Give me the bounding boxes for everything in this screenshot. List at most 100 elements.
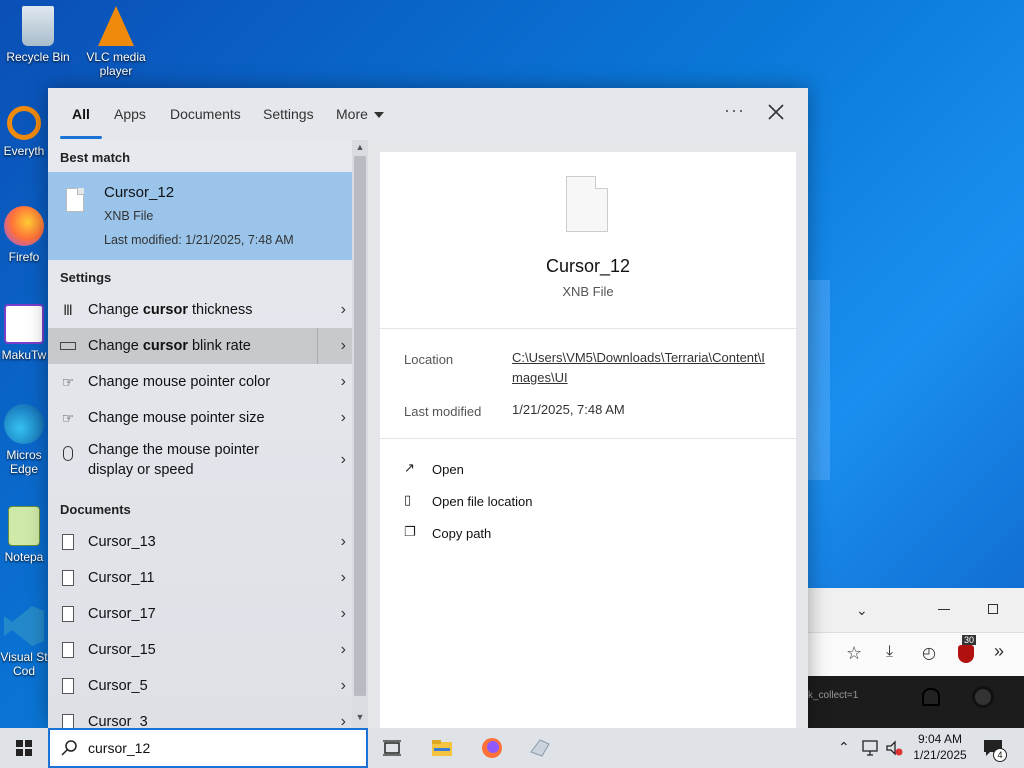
magnifier-app-icon (7, 106, 41, 140)
settings-item-pointer-display-speed[interactable]: Change the mouse pointer display or speed… (48, 436, 352, 484)
chevron-right-icon[interactable]: › (341, 677, 346, 695)
browser-toolbar: ☆ ⤓ ◴ 30 » (808, 632, 1024, 676)
section-settings: Settings (60, 270, 112, 285)
desktop-icon-label: VLC media player (86, 50, 146, 78)
large-file-icon (566, 176, 608, 232)
tab-more-label: More (336, 106, 368, 122)
document-item[interactable]: Cursor_3 › (48, 704, 352, 728)
settings-item-pointer-size[interactable]: ☞ Change mouse pointer size › (48, 400, 352, 436)
chevron-right-icon[interactable]: › (341, 641, 346, 659)
copy-path-label: Copy path (432, 526, 492, 541)
system-clock[interactable]: 9:04 AM 1/21/2025 (900, 731, 980, 763)
desktop-icon-label: Everyth (3, 144, 45, 158)
document-item[interactable]: Cursor_5 › (48, 668, 352, 704)
pointer-hand-icon: ☞ (61, 410, 75, 426)
desktop-icon-recycle-bin[interactable]: Recycle Bin (0, 6, 76, 64)
chevron-right-icon[interactable]: › (341, 569, 346, 587)
preview-pane: Cursor_12 XNB File Location C:\Users\VM5… (380, 152, 796, 728)
desktop-icon-edge[interactable]: Micros Edge (0, 404, 48, 476)
copy-icon: ❐ (404, 524, 416, 539)
location-link[interactable]: C:\Users\VM5\Downloads\Terraria\Content\… (512, 348, 772, 388)
network-icon[interactable] (860, 738, 880, 758)
desktop-icon-makutweaker[interactable]: MakuTw (0, 304, 48, 362)
overflow-chevrons-icon[interactable]: » (994, 641, 1004, 662)
star-icon[interactable]: ☆ (846, 643, 862, 664)
tab-settings[interactable]: Settings (263, 106, 314, 122)
keyboard-icon (60, 342, 76, 350)
firefox-icon (4, 206, 44, 246)
document-icon (62, 606, 74, 622)
tab-more[interactable]: More (336, 106, 384, 122)
document-item[interactable]: Cursor_13 › (48, 524, 352, 560)
extensions-icon[interactable]: ◴ (922, 643, 936, 663)
background-browser-window[interactable]: ⌄ ☆ ⤓ ◴ 30 » k_collect=1 (808, 588, 1024, 728)
browser-titlebar: ⌄ (808, 588, 1024, 632)
taskbar-search-box[interactable]: cursor_12 (48, 728, 368, 768)
minimize-button[interactable] (938, 609, 950, 610)
tab-all[interactable]: All (72, 106, 90, 122)
app-taskbar-icon[interactable] (528, 736, 552, 760)
chevron-right-icon[interactable]: › (341, 713, 346, 728)
best-match-item[interactable]: Cursor_12 XNB File Last modified: 1/21/2… (48, 172, 352, 260)
tab-documents[interactable]: Documents (170, 106, 241, 122)
task-view-icon[interactable] (380, 736, 404, 760)
desktop-icon-vlc[interactable]: VLC media player (78, 6, 154, 78)
chevron-down-icon[interactable]: ⌄ (856, 602, 868, 619)
firefox-taskbar-icon[interactable] (480, 736, 504, 760)
divider (380, 438, 796, 439)
preview-file-name: Cursor_12 (545, 256, 631, 276)
scroll-up-icon[interactable]: ▲ (354, 142, 366, 154)
show-hidden-icons-chevron[interactable]: ⌃ (838, 739, 850, 768)
scrollbar-thumb[interactable] (354, 156, 366, 696)
active-tab-indicator (60, 136, 102, 139)
document-item[interactable]: Cursor_15 › (48, 632, 352, 668)
document-icon (62, 642, 74, 658)
settings-item-cursor-thickness[interactable]: Ⅲ Change cursor thickness › (48, 292, 352, 328)
scroll-down-icon[interactable]: ▼ (354, 712, 366, 724)
best-match-name: Cursor_12 (104, 184, 175, 201)
desktop-icon-label: Visual St Cod (0, 650, 48, 678)
maximize-button[interactable] (988, 604, 998, 614)
document-icon (62, 714, 74, 728)
caret-down-icon (373, 112, 384, 119)
download-icon[interactable]: ⤓ (886, 643, 893, 661)
chevron-right-icon[interactable]: › (341, 301, 346, 319)
settings-item-pointer-color[interactable]: ☞ Change mouse pointer color › (48, 364, 352, 400)
preview-file-type: XNB File (562, 284, 614, 299)
desktop-icon-everything[interactable]: Everyth (0, 106, 48, 158)
open-file-location-label: Open file location (432, 494, 533, 509)
browser-page-dark-area: k_collect=1 (808, 676, 1024, 728)
desktop-icon-firefox[interactable]: Firefo (0, 206, 48, 264)
page-tab-text: k_collect=1 (808, 690, 859, 701)
chevron-right-icon[interactable]: › (341, 605, 346, 623)
chevron-right-icon[interactable]: › (341, 373, 346, 391)
circle-icon[interactable] (972, 686, 994, 708)
ublock-icon[interactable] (958, 645, 974, 663)
windows-start-button[interactable] (0, 728, 48, 768)
desktop-icon-notepad[interactable]: Notepa (0, 506, 48, 564)
settings-item-cursor-blink-rate[interactable]: Change cursor blink rate › (48, 328, 352, 364)
search-input-value[interactable]: cursor_12 (88, 740, 150, 756)
section-documents: Documents (60, 502, 131, 517)
document-item-label: Cursor_17 (88, 606, 156, 622)
settings-item-label: Change mouse pointer color (88, 374, 271, 390)
bell-icon[interactable] (922, 688, 940, 706)
settings-item-label: Change mouse pointer size (88, 410, 265, 426)
document-icon (62, 570, 74, 586)
vscode-icon (4, 606, 44, 646)
desktop-icon-vscode[interactable]: Visual St Cod (0, 606, 48, 678)
chevron-right-icon[interactable]: › (341, 533, 346, 551)
chevron-right-icon[interactable]: › (341, 409, 346, 427)
document-item-label: Cursor_15 (88, 642, 156, 658)
chevron-right-icon[interactable]: › (341, 451, 346, 469)
best-match-modified: Last modified: 1/21/2025, 7:48 AM (104, 233, 294, 247)
tab-apps[interactable]: Apps (114, 106, 146, 122)
close-icon[interactable] (764, 100, 788, 124)
document-item[interactable]: Cursor_17 › (48, 596, 352, 632)
open-external-icon: ↗ (404, 460, 415, 475)
chevron-right-icon[interactable]: › (341, 337, 346, 355)
desktop-icon-label: MakuTw (1, 348, 47, 362)
more-options-icon[interactable]: ··· (724, 100, 745, 121)
document-item[interactable]: Cursor_11 › (48, 560, 352, 596)
file-explorer-icon[interactable] (430, 736, 454, 760)
